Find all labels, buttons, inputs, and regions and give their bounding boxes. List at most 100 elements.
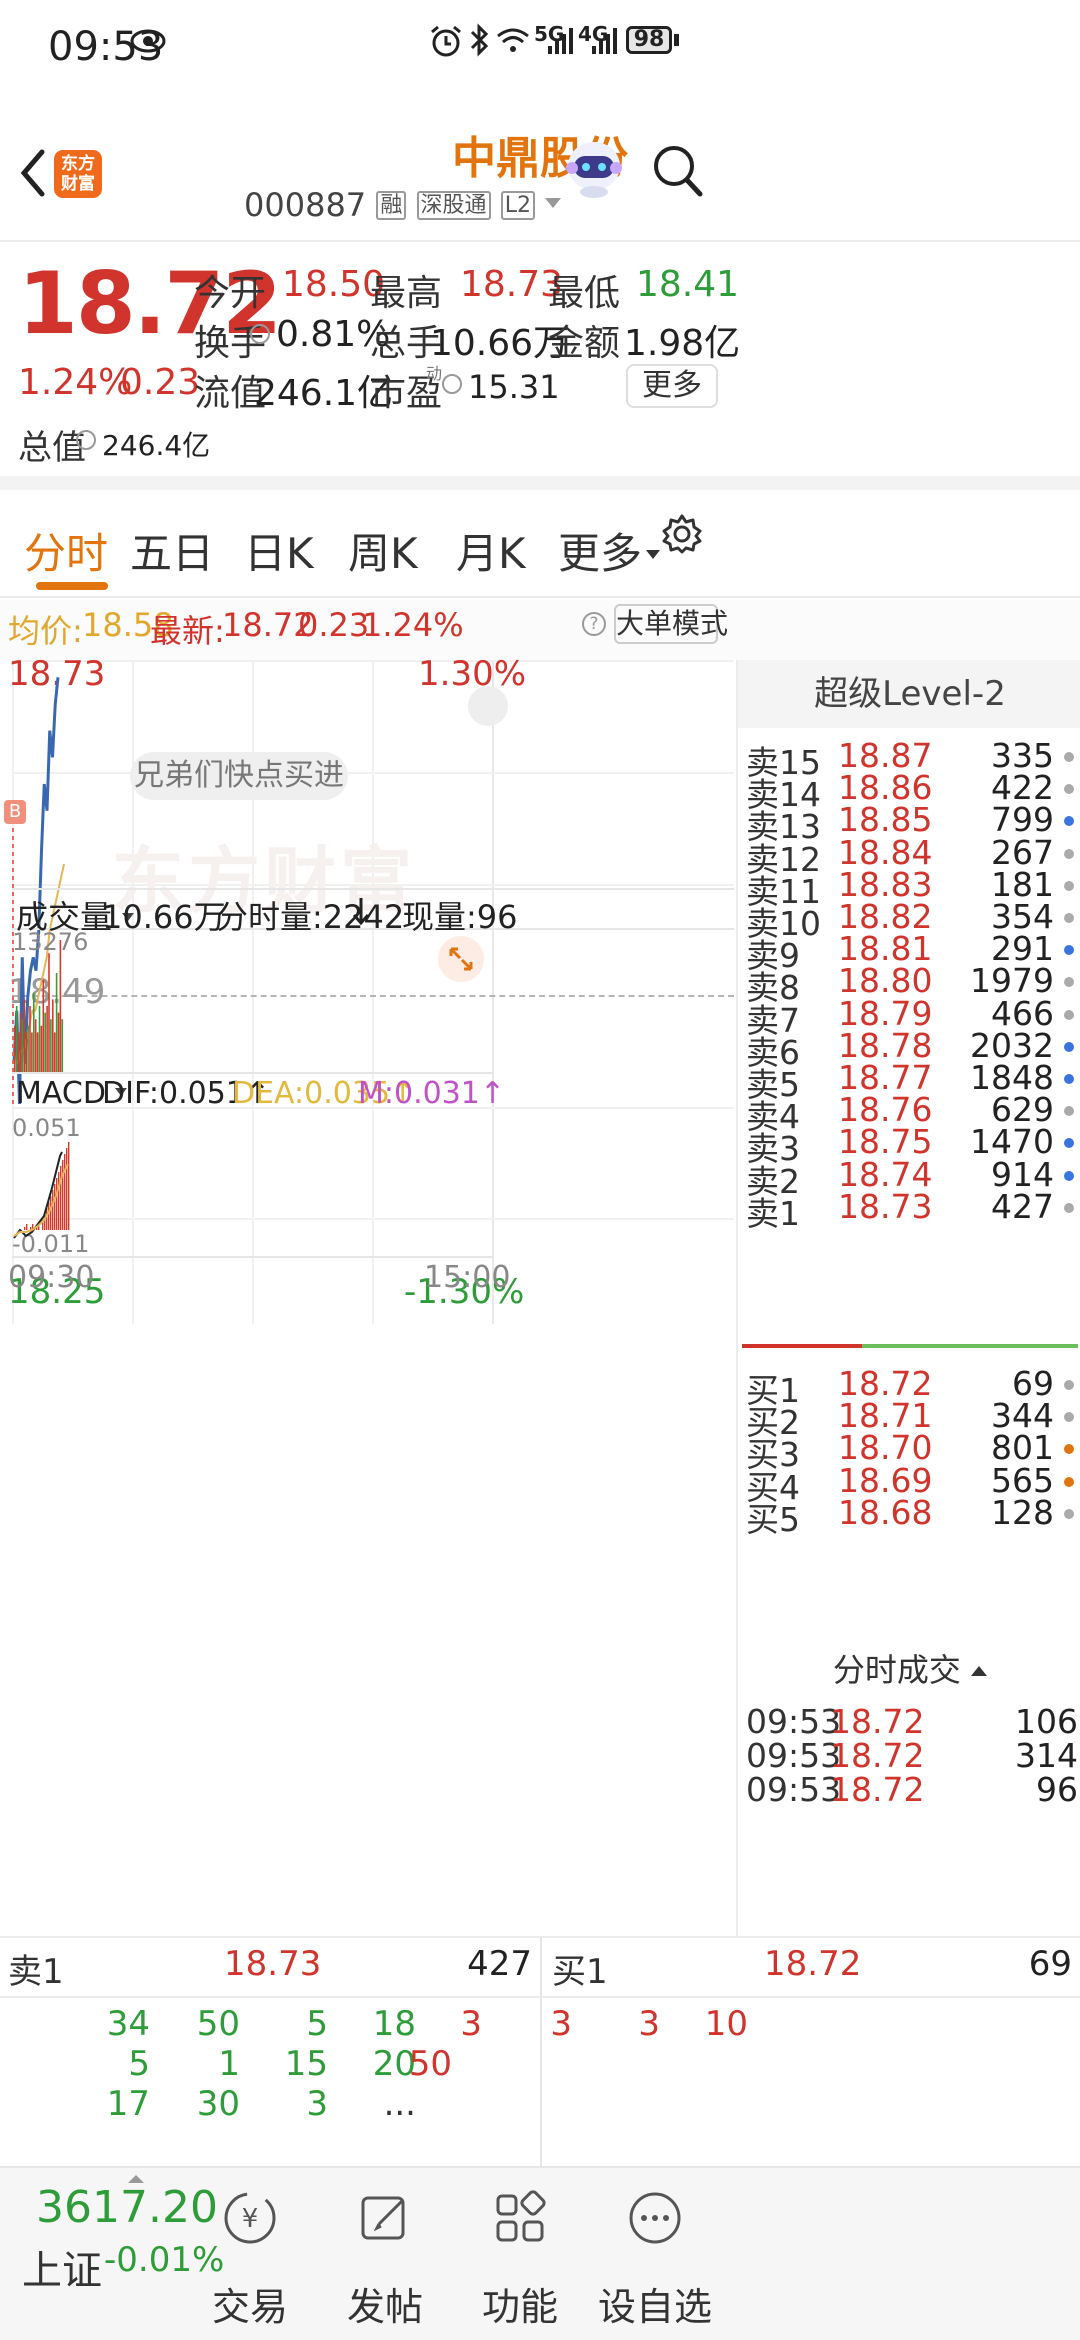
volume-bar: [27, 1025, 29, 1072]
pe-dynamic-sup: 动: [426, 364, 443, 383]
macd-header: MACD DIF:0.051↑ DEA:0.035↑ M:0.031↑: [12, 1074, 505, 1112]
macd-selector-label: MACD: [16, 1076, 106, 1111]
buy-marker-badge[interactable]: B: [4, 800, 26, 824]
mktcap-value: 246.4亿: [102, 429, 211, 462]
trades-toggle[interactable]: 分时成交: [738, 1644, 1080, 1696]
robot-assistant-icon[interactable]: [564, 132, 624, 202]
ask-row[interactable]: 卖1 18.73 427: [738, 1183, 1080, 1233]
expand-icon: [449, 947, 473, 971]
bid-volume: 128: [991, 1492, 1054, 1532]
comment-bubble[interactable]: 兄弟们快点买进: [130, 752, 348, 800]
help-icon[interactable]: ?: [582, 612, 606, 636]
order-queue: 卖1 18.73 427 买1 18.72 69 34 50 5 18 5 1 15 20 17…: [0, 1936, 1080, 2168]
dea-line: [13, 1163, 69, 1237]
last-label: 最新:: [150, 612, 225, 650]
macd-bar: [26, 1224, 28, 1230]
tab-more[interactable]: 更多: [558, 520, 661, 581]
volume-bar: [31, 1032, 33, 1072]
volume-bar: [44, 1012, 46, 1072]
ask-bid-divider: [742, 1344, 862, 1348]
alarm-icon: [431, 25, 461, 57]
info-icon[interactable]: [76, 430, 96, 450]
tab-monthly-k[interactable]: 月K: [456, 520, 526, 581]
signal-icon: [592, 28, 617, 54]
nav-trade[interactable]: ¥ 交易: [185, 2176, 315, 2329]
trades-title: 分时成交: [832, 1651, 961, 1689]
open-label: 今开: [194, 273, 267, 314]
volume-bars: [14, 940, 64, 1072]
volume-bar: [59, 940, 62, 1072]
volume-bar: [50, 1019, 52, 1072]
buy-queue-order: 3: [638, 2004, 660, 2044]
macd-bar: [58, 1172, 60, 1230]
sell-queue-order: 1: [218, 2044, 240, 2084]
nav-add-watchlist[interactable]: 设自选: [590, 2176, 720, 2329]
tag-margin: 融: [376, 191, 407, 220]
trade-volume: 96: [1036, 1770, 1078, 1809]
volume-bar: [61, 1019, 64, 1072]
app-logo[interactable]: 东方 财富: [54, 150, 102, 198]
tab-daily-k[interactable]: 日K: [244, 520, 314, 581]
high-label: 最高: [370, 273, 443, 314]
sell-queue-order: 34: [106, 2004, 150, 2044]
order-dot-icon: [1064, 1508, 1074, 1519]
volume-bar: [38, 1006, 41, 1072]
volume-bar: [21, 1019, 24, 1072]
sell-queue-order: 18: [372, 2004, 416, 2044]
macd-chart: 0.051 -0.011: [12, 1112, 494, 1258]
macd-plot: [13, 1142, 70, 1239]
back-arrow-icon[interactable]: [18, 148, 48, 198]
index-name[interactable]: 上证: [22, 2238, 102, 2296]
order-dot-icon: [1064, 1380, 1074, 1390]
order-book: 超级Level-2 卖15 18.87 335 卖14 18.86 422 卖13 18.85…: [736, 660, 1080, 1936]
caret-down-icon: [646, 550, 661, 559]
nav-functions-label: 功能: [481, 2285, 558, 2329]
macd-m-value: M:0.031: [358, 1076, 480, 1111]
order-dot-icon: [1064, 1476, 1074, 1487]
x-axis-start: 09:30: [8, 1260, 95, 1295]
macd-bar: [62, 1160, 64, 1230]
status-bar: 09:53 5G 4G 98: [0, 0, 1080, 120]
quote-panel: 18.72 1.24% 0.23 总值 246.4亿 今开 18.50 最高 1…: [0, 244, 1080, 490]
order-dot-icon: [1064, 1412, 1074, 1423]
order-dot-icon: [1064, 977, 1074, 988]
bid-row[interactable]: 买5 18.68 128: [738, 1489, 1080, 1539]
trade-price: 18.72: [830, 1770, 925, 1809]
macd-bar: [66, 1148, 68, 1230]
expand-button[interactable]: [438, 936, 484, 982]
low-value: 18.41: [636, 264, 740, 305]
info-icon[interactable]: [250, 324, 270, 344]
info-icon[interactable]: [442, 374, 462, 394]
buy-queue-order: 3: [460, 2004, 482, 2044]
ask-bid-divider: [862, 1344, 1078, 1348]
gear-icon[interactable]: [662, 514, 702, 554]
tab-intraday[interactable]: 分时: [24, 520, 108, 581]
more-button[interactable]: 更多: [626, 364, 718, 408]
volume-bar: [33, 992, 35, 1072]
volume-chart: 13276: [12, 928, 494, 1072]
big-order-mode-button[interactable]: 大单模式: [614, 604, 728, 644]
volume-bar: [48, 953, 50, 1072]
nav-functions[interactable]: 功能: [455, 2176, 585, 2329]
nav-post[interactable]: 发帖: [320, 2176, 450, 2329]
nav-trade-label: 交易: [211, 2285, 288, 2329]
trade-icon: ¥: [224, 2192, 276, 2244]
volume-bar: [23, 999, 26, 1072]
bluetooth-icon: [470, 23, 489, 57]
nav-post-label: 发帖: [346, 2285, 423, 2329]
caret-down-icon[interactable]: [545, 198, 562, 210]
order-dot-icon: [1064, 913, 1074, 923]
trade-row: 09:53 18.72 96: [738, 1766, 1080, 1814]
sell-queue-order: 30: [196, 2084, 240, 2124]
tab-weekly-k[interactable]: 周K: [348, 520, 418, 581]
tab-five-day[interactable]: 五日: [130, 520, 214, 581]
macd-bar: [64, 1154, 66, 1230]
macd-m: M:0.031↑: [358, 1076, 506, 1111]
bid-label: 买5: [746, 1499, 800, 1539]
order-dot-icon: [1064, 784, 1074, 795]
search-icon[interactable]: [652, 144, 704, 200]
tab-more-label: 更多: [558, 529, 643, 578]
queue-sell-price: 18.73: [224, 1944, 322, 1984]
queue-sell-total: 427: [467, 1944, 532, 1984]
order-book-title[interactable]: 超级Level-2: [738, 660, 1080, 728]
